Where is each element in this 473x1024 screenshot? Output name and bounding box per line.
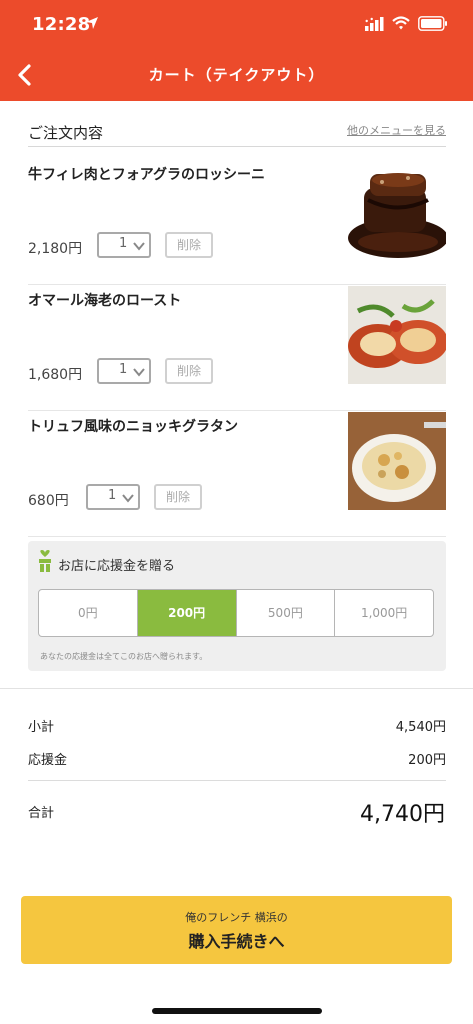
chevron-down-icon: [133, 368, 145, 377]
quantity-value: 1: [119, 362, 128, 377]
cellular-signal-icon: [365, 17, 384, 31]
order-section-header: ご注文内容 他のメニューを見る: [28, 120, 446, 147]
total-value: 4,740円: [360, 802, 445, 827]
support-amount-row: 応援金 200円: [28, 749, 446, 771]
gift-heart-icon: [39, 550, 51, 572]
item-price: 1,680円: [28, 367, 83, 383]
support-title: お店に応援金を贈る: [58, 559, 176, 574]
quantity-select[interactable]: 1: [86, 484, 140, 510]
more-menu-link[interactable]: 他のメニューを見る: [347, 122, 446, 138]
total-label: 合計: [28, 806, 55, 821]
support-note: あなたの応援金は全てこのお店へ贈られます。: [40, 652, 208, 661]
delete-button[interactable]: 削除: [154, 484, 202, 510]
support-option-1000[interactable]: 1,000円: [335, 590, 433, 636]
page-title: カート（テイクアウト）: [148, 66, 325, 84]
checkout-shop-name: 俺のフレンチ 横浜の: [185, 911, 288, 924]
subtotal-value: 4,540円: [395, 720, 446, 735]
cart-item: 牛フィレ肉とフォアグラのロッシーニ 2,180円 1 削除: [28, 160, 446, 285]
subtotal-label: 小計: [28, 720, 55, 735]
wifi-icon: [392, 16, 410, 30]
dish-image: [348, 286, 446, 384]
chevron-down-icon: [133, 242, 145, 251]
nav-bar: カート（テイクアウト）: [0, 52, 473, 98]
support-option-500[interactable]: 500円: [237, 590, 336, 636]
cart-item: オマール海老のロースト 1,680円 1 削除: [28, 286, 446, 411]
support-amount-label: 応援金: [28, 753, 68, 768]
support-amount-value: 200円: [408, 753, 446, 768]
quantity-select[interactable]: 1: [97, 358, 151, 384]
checkout-label: 購入手続きへ: [188, 932, 285, 951]
battery-icon: [418, 16, 447, 31]
support-amount-selector: 0円 200円 500円 1,000円: [38, 589, 434, 637]
support-option-0[interactable]: 0円: [39, 590, 138, 636]
location-arrow-icon: [86, 17, 98, 29]
order-heading: ご注文内容: [28, 124, 104, 142]
cart-item: トリュフ風味のニョッキグラタン 680円 1 削除: [28, 412, 446, 537]
quantity-value: 1: [108, 488, 117, 503]
subtotal-row: 小計 4,540円: [28, 716, 446, 738]
app-header: 12:28 カート（テイクアウト）: [0, 0, 473, 101]
item-name: オマール海老のロースト: [28, 293, 182, 309]
summary-divider: [28, 780, 446, 781]
status-bar: 12:28: [0, 0, 473, 50]
support-section: お店に応援金を贈る 0円 200円 500円 1,000円 あなたの応援金は全て…: [28, 541, 446, 671]
status-time: 12:28: [32, 14, 91, 35]
dish-image: [348, 412, 446, 510]
item-name: 牛フィレ肉とフォアグラのロッシーニ: [28, 167, 266, 183]
support-option-200[interactable]: 200円: [137, 590, 237, 636]
item-price: 2,180円: [28, 241, 83, 257]
chevron-down-icon: [122, 494, 134, 503]
section-divider: [0, 688, 473, 689]
dish-image: [348, 160, 446, 258]
item-price: 680円: [28, 493, 69, 509]
home-indicator[interactable]: [152, 1008, 322, 1014]
item-name: トリュフ風味のニョッキグラタン: [28, 419, 238, 435]
quantity-select[interactable]: 1: [97, 232, 151, 258]
delete-button[interactable]: 削除: [165, 232, 213, 258]
quantity-value: 1: [119, 236, 128, 251]
checkout-button[interactable]: 俺のフレンチ 横浜の 購入手続きへ: [21, 896, 452, 964]
delete-button[interactable]: 削除: [165, 358, 213, 384]
